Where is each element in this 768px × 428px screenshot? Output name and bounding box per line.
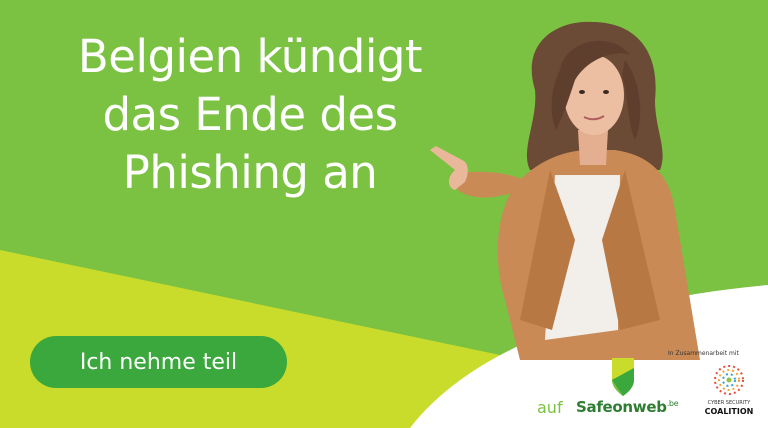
cyber-security-coalition-logo[interactable]: CYBER SECURITY COALITION: [694, 360, 764, 426]
brand-tld: .be: [666, 399, 679, 408]
safeonweb-wordmark: Safeonweb.be: [576, 398, 679, 416]
ad-banner: Belgien kündigt das Ende des Phishing an…: [0, 0, 768, 428]
partner-line-1: CYBER SECURITY: [707, 400, 751, 406]
safeonweb-logo[interactable]: Safeonweb.be: [576, 354, 686, 424]
shield-icon: [612, 358, 634, 396]
on-word-text: auf: [537, 398, 563, 417]
coalition-dots-icon: [714, 365, 744, 395]
more-info-text: Mehr Infos: [436, 398, 515, 416]
brand-name: Safeonweb: [576, 398, 667, 416]
partner-line-2: COALITION: [704, 407, 754, 416]
partner-label: In Zusammenarbeit mit: [668, 350, 739, 357]
participate-button[interactable]: Ich nehme teil: [30, 336, 287, 388]
